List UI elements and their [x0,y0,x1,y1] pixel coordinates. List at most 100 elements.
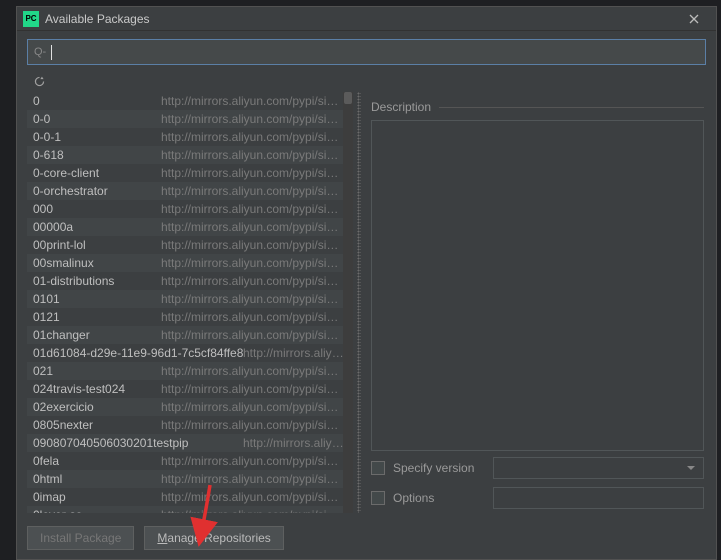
specify-version-row: Specify version [371,455,704,481]
package-list-panel: 0http://mirrors.aliyun.com/pypi/simple/0… [27,92,357,513]
package-repo: http://mirrors.aliyun.com/pypi/simple/ [161,112,347,126]
package-name: 0-0 [33,112,161,126]
package-name: 0fela [33,454,161,468]
list-scrollbar[interactable] [343,92,353,513]
close-button[interactable] [678,8,710,30]
details-panel: Description Specify version Options [361,92,706,513]
package-repo: http://mirrors.aliyun.com/pypi/simple/ [161,472,347,486]
list-item[interactable]: 0121http://mirrors.aliyun.com/pypi/simpl… [27,308,353,326]
list-item[interactable]: 00print-lolhttp://mirrors.aliyun.com/pyp… [27,236,353,254]
list-item[interactable]: 00smalinuxhttp://mirrors.aliyun.com/pypi… [27,254,353,272]
package-name: 00smalinux [33,256,161,270]
package-repo: http://mirrors.aliyun.com/pypi/simple/ [161,274,347,288]
package-repo: http://mirrors.aliyun.com/pypi/simple/ [243,346,347,360]
footer: Install Package Manage Repositories [17,523,716,559]
description-header: Description [371,100,704,114]
package-name: 0-core-client [33,166,161,180]
list-item[interactable]: 01changerhttp://mirrors.aliyun.com/pypi/… [27,326,353,344]
list-item[interactable]: 0-orchestratorhttp://mirrors.aliyun.com/… [27,182,353,200]
list-item[interactable]: 090807040506030201testpiphttp://mirrors.… [27,434,353,452]
search-input[interactable] [52,45,699,59]
package-repo: http://mirrors.aliyun.com/pypi/simple/ [161,148,347,162]
package-name: 02exercicio [33,400,161,414]
version-select[interactable] [493,457,704,479]
package-repo: http://mirrors.aliyun.com/pypi/simple/ [161,292,347,306]
reload-bar [27,71,706,91]
list-item[interactable]: 024travis-test024http://mirrors.aliyun.c… [27,380,353,398]
package-repo: http://mirrors.aliyun.com/pypi/simple/ [161,382,347,396]
options-input[interactable] [493,487,704,509]
package-repo: http://mirrors.aliyun.com/pypi/simple/ [161,418,347,432]
dialog-body: Q- 0http://mirrors.aliyun.com/pypi/simpl… [17,31,716,523]
package-name: 090807040506030201testpip [33,436,243,450]
list-item[interactable]: 02exerciciohttp://mirrors.aliyun.com/pyp… [27,398,353,416]
description-label: Description [371,100,431,114]
package-name: 01d61084-d29e-11e9-96d1-7c5cf84ffe8e [33,346,243,360]
package-name: 0html [33,472,161,486]
list-item[interactable]: 0-0http://mirrors.aliyun.com/pypi/simple… [27,110,353,128]
package-repo: http://mirrors.aliyun.com/pypi/simple/ [161,400,347,414]
list-item[interactable]: 0-0-1http://mirrors.aliyun.com/pypi/simp… [27,128,353,146]
specify-version-label: Specify version [393,461,493,475]
list-item[interactable]: 0htmlhttp://mirrors.aliyun.com/pypi/simp… [27,470,353,488]
package-name: 01-distributions [33,274,161,288]
list-item[interactable]: 0-core-clienthttp://mirrors.aliyun.com/p… [27,164,353,182]
package-name: 021 [33,364,161,378]
package-name: 0 [33,94,161,108]
available-packages-dialog: PC Available Packages Q- 0http://mirrors… [16,6,717,560]
manage-repositories-button[interactable]: Manage Repositories [144,526,283,550]
list-item[interactable]: 0101http://mirrors.aliyun.com/pypi/simpl… [27,290,353,308]
list-item[interactable]: 01-distributionshttp://mirrors.aliyun.co… [27,272,353,290]
package-name: 0lever-so [33,508,161,513]
options-label: Options [393,491,493,505]
package-list[interactable]: 0http://mirrors.aliyun.com/pypi/simple/0… [27,92,353,513]
search-row[interactable]: Q- [27,39,706,65]
scrollbar-thumb[interactable] [344,92,352,104]
package-repo: http://mirrors.aliyun.com/pypi/simple/ [161,94,347,108]
install-package-button[interactable]: Install Package [27,526,134,550]
package-repo: http://mirrors.aliyun.com/pypi/simple/ [161,490,347,504]
package-name: 024travis-test024 [33,382,161,396]
package-name: 0-0-1 [33,130,161,144]
list-item[interactable]: 021http://mirrors.aliyun.com/pypi/simple… [27,362,353,380]
package-name: 0-618 [33,148,161,162]
search-icon: Q- [34,46,46,58]
options-checkbox[interactable] [371,491,385,505]
package-name: 0121 [33,310,161,324]
package-name: 000 [33,202,161,216]
package-name: 0-orchestrator [33,184,161,198]
split-pane: 0http://mirrors.aliyun.com/pypi/simple/0… [27,92,706,513]
reload-icon[interactable] [31,73,47,89]
package-name: 0imap [33,490,161,504]
package-repo: http://mirrors.aliyun.com/pypi/simple/ [161,310,347,324]
window-title: Available Packages [45,12,678,26]
list-item[interactable]: 00000ahttp://mirrors.aliyun.com/pypi/sim… [27,218,353,236]
list-item[interactable]: 0felahttp://mirrors.aliyun.com/pypi/simp… [27,452,353,470]
package-repo: http://mirrors.aliyun.com/pypi/simple/ [161,364,347,378]
pycharm-icon: PC [23,11,39,27]
package-name: 00print-lol [33,238,161,252]
package-repo: http://mirrors.aliyun.com/pypi/simple/ [243,436,347,450]
list-item[interactable]: 0805nexterhttp://mirrors.aliyun.com/pypi… [27,416,353,434]
package-repo: http://mirrors.aliyun.com/pypi/simple/ [161,508,347,513]
package-repo: http://mirrors.aliyun.com/pypi/simple/ [161,328,347,342]
package-name: 0101 [33,292,161,306]
list-item[interactable]: 0lever-sohttp://mirrors.aliyun.com/pypi/… [27,506,353,513]
specify-version-checkbox[interactable] [371,461,385,475]
titlebar: PC Available Packages [17,7,716,31]
package-repo: http://mirrors.aliyun.com/pypi/simple/ [161,202,347,216]
list-item[interactable]: 0http://mirrors.aliyun.com/pypi/simple/ [27,92,353,110]
options-row: Options [371,485,704,511]
list-item[interactable]: 01d61084-d29e-11e9-96d1-7c5cf84ffe8ehttp… [27,344,353,362]
package-repo: http://mirrors.aliyun.com/pypi/simple/ [161,220,347,234]
package-repo: http://mirrors.aliyun.com/pypi/simple/ [161,238,347,252]
list-item[interactable]: 0imaphttp://mirrors.aliyun.com/pypi/simp… [27,488,353,506]
package-repo: http://mirrors.aliyun.com/pypi/simple/ [161,184,347,198]
package-name: 01changer [33,328,161,342]
package-repo: http://mirrors.aliyun.com/pypi/simple/ [161,130,347,144]
list-item[interactable]: 0-618http://mirrors.aliyun.com/pypi/simp… [27,146,353,164]
list-item[interactable]: 000http://mirrors.aliyun.com/pypi/simple… [27,200,353,218]
package-name: 00000a [33,220,161,234]
package-name: 0805nexter [33,418,161,432]
description-box [371,120,704,451]
